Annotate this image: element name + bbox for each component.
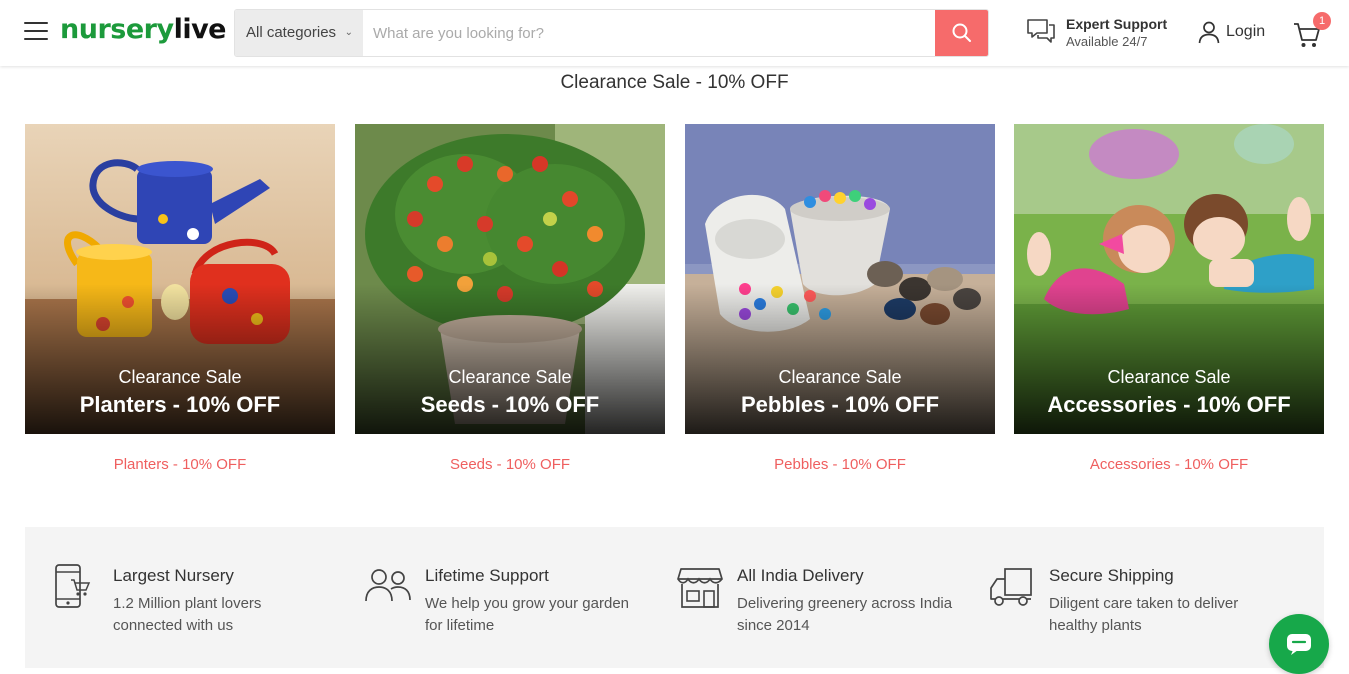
card-subtitle: Clearance Sale	[778, 367, 902, 387]
category-select[interactable]: All categories ⌄	[235, 10, 363, 56]
card-subtitle: Clearance Sale	[448, 367, 572, 387]
seeds-link[interactable]: Seeds - 10% OFF	[355, 456, 665, 473]
card-subtitle: Clearance Sale	[118, 367, 242, 387]
feature-title: Largest Nursery	[113, 566, 234, 585]
truck-icon	[990, 568, 1032, 606]
expert-support-link[interactable]: Expert Support Available 24/7	[1026, 15, 1176, 51]
storefront-icon	[677, 568, 723, 608]
users-icon	[365, 569, 411, 602]
search-bar: All categories ⌄	[234, 9, 989, 57]
chevron-down-icon: ⌄	[344, 27, 353, 38]
chat-bubbles-icon	[1027, 19, 1055, 43]
user-icon	[1198, 21, 1220, 44]
feature-all-india-delivery: All India Delivery Delivering greenery a…	[677, 563, 977, 643]
card-title: Pebbles - 10% OFF	[740, 392, 940, 417]
feature-description: We help you grow your garden for lifetim…	[425, 595, 630, 634]
section-title: Clearance Sale - 10% OFF	[560, 72, 789, 93]
feature-description: 1.2 Million plant lovers connected with …	[113, 595, 262, 634]
feature-title: Lifetime Support	[425, 566, 549, 585]
feature-title: All India Delivery	[737, 566, 864, 585]
feature-description: Delivering greenery across India since 2…	[737, 595, 953, 634]
search-icon	[952, 23, 971, 42]
cart-button[interactable]: 1	[1292, 12, 1332, 52]
accessories-link[interactable]: Accessories - 10% OFF	[1014, 456, 1324, 473]
accessories-card[interactable]: Clearance Sale Accessories - 10% OFF	[1014, 124, 1324, 434]
card-title: Accessories - 10% OFF	[1047, 392, 1291, 417]
feature-largest-nursery: Largest Nursery 1.2 Million plant lovers…	[53, 563, 353, 643]
site-header: nurserylive All categories ⌄ Expert Supp…	[0, 0, 1349, 66]
features-strip: Largest Nursery 1.2 Million plant lovers…	[25, 527, 1324, 668]
chat-icon	[1287, 634, 1311, 655]
feature-title: Secure Shipping	[1049, 566, 1174, 585]
planters-link[interactable]: Planters - 10% OFF	[25, 456, 335, 473]
cart-count-badge: 1	[1313, 12, 1331, 30]
card-title: Planters - 10% OFF	[79, 392, 281, 417]
card-title: Seeds - 10% OFF	[420, 392, 600, 417]
pebbles-link[interactable]: Pebbles - 10% OFF	[685, 456, 995, 473]
nurserylive-logo[interactable]: nurserylive	[60, 14, 226, 45]
pebbles-card[interactable]: Clearance Sale Pebbles - 10% OFF	[685, 124, 995, 434]
hamburger-menu-icon[interactable]	[24, 22, 48, 42]
feature-secure-shipping: Secure Shipping Diligent care taken to d…	[989, 563, 1289, 643]
feature-description: Diligent care taken to deliver healthy p…	[1049, 595, 1239, 634]
search-button[interactable]	[935, 10, 988, 56]
planters-card[interactable]: Clearance Sale Planters - 10% OFF	[25, 124, 335, 434]
card-subtitle: Clearance Sale	[1107, 367, 1231, 387]
seeds-card[interactable]: Clearance Sale Seeds - 10% OFF	[355, 124, 665, 434]
phone-cart-icon	[55, 564, 91, 608]
search-input[interactable]	[363, 10, 935, 56]
chat-widget-button[interactable]	[1269, 614, 1329, 674]
feature-lifetime-support: Lifetime Support We help you grow your g…	[365, 563, 665, 643]
